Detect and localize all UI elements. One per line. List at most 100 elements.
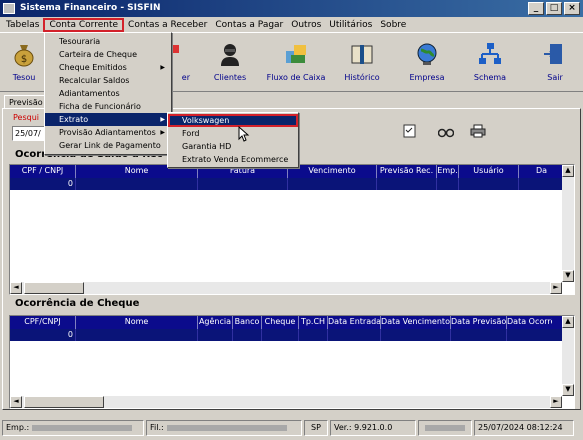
table-cell[interactable] [198, 178, 288, 190]
binoculars-icon[interactable] [438, 124, 454, 138]
column-header[interactable]: Vencimento [288, 165, 377, 178]
maximize-button[interactable]: □ [546, 2, 562, 15]
scroll-left-button[interactable]: ◄ [10, 396, 22, 408]
menu-item-adiantamentos[interactable]: Adiantamentos [45, 87, 171, 100]
table-cell[interactable] [262, 329, 299, 341]
column-header[interactable]: Nome [76, 316, 198, 329]
column-header[interactable]: Banco [233, 316, 262, 329]
minimize-button[interactable]: _ [528, 2, 544, 15]
column-header[interactable]: Cheque [262, 316, 299, 329]
column-header[interactable]: Agência [198, 316, 233, 329]
window-title: Sistema Financeiro - SISFIN [20, 3, 161, 13]
menu-tabelas[interactable]: Tabelas [2, 18, 43, 32]
toolbar-label: Tesou [12, 73, 36, 82]
table-cell[interactable] [377, 178, 437, 190]
toolbar-tesouraria-button[interactable]: $ Tesou [4, 41, 44, 82]
menu-item-provisao-adiantamentos[interactable]: Provisão Adiantamentos ▶ [45, 126, 171, 139]
column-header[interactable]: Data Entrada [328, 316, 381, 329]
scroll-up-button[interactable]: ▲ [562, 316, 574, 328]
menu-item-carteira-de-cheque[interactable]: Carteira de Cheque [45, 48, 171, 61]
table-cell[interactable] [507, 329, 552, 341]
status-user [418, 420, 472, 436]
tab-previsao[interactable]: Previsão [4, 95, 48, 109]
table-cell[interactable] [76, 329, 198, 341]
clients-icon [221, 44, 239, 66]
menu-contas-a-receber[interactable]: Contas a Receber [124, 18, 211, 32]
date-field[interactable]: 25/07/ [12, 126, 48, 141]
checklist-icon[interactable] [402, 124, 418, 138]
menu-item-tesouraria[interactable]: Tesouraria [45, 35, 171, 48]
horizontal-scrollbar[interactable]: ◄ ► [10, 282, 562, 294]
scroll-down-button[interactable]: ▼ [562, 384, 574, 396]
svg-text:$: $ [21, 54, 27, 65]
menu-item-extrato-venda-ecommerce[interactable]: Extrato Venda Ecommerce [168, 153, 298, 166]
menu-item-garantia-hd[interactable]: Garantia HD [168, 140, 298, 153]
column-header[interactable]: Emp. [437, 165, 459, 178]
status-emp: Emp.: [2, 420, 144, 436]
toolbar-sair-button[interactable]: Sair [530, 41, 580, 82]
toolbar-label: Sair [547, 73, 563, 82]
column-header[interactable]: Data Ocorrê [507, 316, 552, 329]
column-header[interactable]: Usuário [459, 165, 519, 178]
menu-utilitarios[interactable]: Utilitários [325, 18, 376, 32]
status-bar: Emp.: Fil.: SP Ver.: 9.921.0.0 25/07/202… [0, 418, 583, 438]
column-header[interactable]: Previsão Rec. [377, 165, 437, 178]
toolbar-label: Empresa [409, 73, 445, 82]
column-header[interactable]: Data Vencimento [381, 316, 451, 329]
table-cell[interactable] [288, 178, 377, 190]
money-bag-icon: $ [14, 45, 34, 67]
toolbar-label: Histórico [344, 73, 380, 82]
scroll-right-button[interactable]: ► [550, 282, 562, 294]
scroll-thumb[interactable] [24, 396, 104, 408]
submenu-arrow-icon: ▶ [160, 64, 165, 71]
toolbar-fluxo-de-caixa-button[interactable]: Fluxo de Caixa [266, 41, 326, 82]
table-cell[interactable] [299, 329, 328, 341]
vertical-scrollbar[interactable]: ▲ ▼ [562, 316, 574, 396]
scroll-up-button[interactable]: ▲ [562, 165, 574, 177]
vertical-scrollbar[interactable]: ▲ ▼ [562, 165, 574, 282]
table-cell[interactable] [459, 178, 519, 190]
table-cell[interactable] [198, 329, 233, 341]
printer-icon[interactable] [470, 124, 486, 138]
table-cell[interactable] [233, 329, 262, 341]
scroll-down-button[interactable]: ▼ [562, 270, 574, 282]
scroll-right-button[interactable]: ► [550, 396, 562, 408]
menu-sobre[interactable]: Sobre [376, 18, 410, 32]
menu-item-extrato[interactable]: Extrato ▶ [45, 113, 171, 126]
table-cell[interactable] [519, 178, 564, 190]
table-cell[interactable] [76, 178, 198, 190]
table-cell[interactable] [381, 329, 451, 341]
close-button[interactable]: × [564, 2, 580, 15]
toolbar-clientes-button[interactable]: Clientes [200, 41, 260, 82]
scroll-thumb[interactable] [24, 282, 84, 294]
table-cell[interactable] [451, 329, 507, 341]
horizontal-scrollbar[interactable]: ◄ ► [10, 396, 562, 408]
menu-item-volkswagen[interactable]: Volkswagen [168, 114, 298, 127]
status-uf: SP [304, 420, 328, 436]
menu-outros[interactable]: Outros [287, 18, 325, 32]
column-header[interactable]: Tp.CH [299, 316, 328, 329]
menu-conta-corrente[interactable]: Conta Corrente [43, 17, 125, 32]
column-header[interactable]: Da [519, 165, 564, 178]
cheque-grid[interactable]: CPF/CNPJ Nome Agência Banco Cheque Tp.CH… [9, 315, 575, 409]
toolbar-historico-button[interactable]: Histórico [332, 41, 392, 82]
menu-item-gerar-link-de-pagamento[interactable]: Gerar Link de Pagamento [45, 139, 171, 152]
column-header[interactable]: Data Previsão [451, 316, 507, 329]
menu-item-cheque-emitidos[interactable]: Cheque Emitidos ▶ [45, 61, 171, 74]
column-header[interactable]: CPF / CNPJ [10, 165, 76, 178]
menu-item-recalcular-saldos[interactable]: Recalcular Saldos [45, 74, 171, 87]
table-cell[interactable] [328, 329, 381, 341]
table-row[interactable]: 0 [10, 329, 574, 341]
scroll-left-button[interactable]: ◄ [10, 282, 22, 294]
toolbar-empresa-button[interactable]: Empresa [397, 41, 457, 82]
menu-item-ford[interactable]: Ford [168, 127, 298, 140]
table-row[interactable]: 0 [10, 178, 574, 190]
saldo-grid[interactable]: CPF / CNPJ Nome Fatura Vencimento Previs… [9, 164, 575, 295]
toolbar-schema-button[interactable]: Schema [460, 41, 520, 82]
table-cell[interactable]: 0 [10, 178, 76, 190]
table-cell[interactable] [437, 178, 459, 190]
menu-item-ficha-de-funcionario[interactable]: Ficha de Funcionário [45, 100, 171, 113]
table-cell[interactable]: 0 [10, 329, 76, 341]
column-header[interactable]: CPF/CNPJ [10, 316, 76, 329]
menu-contas-a-pagar[interactable]: Contas a Pagar [211, 18, 287, 32]
